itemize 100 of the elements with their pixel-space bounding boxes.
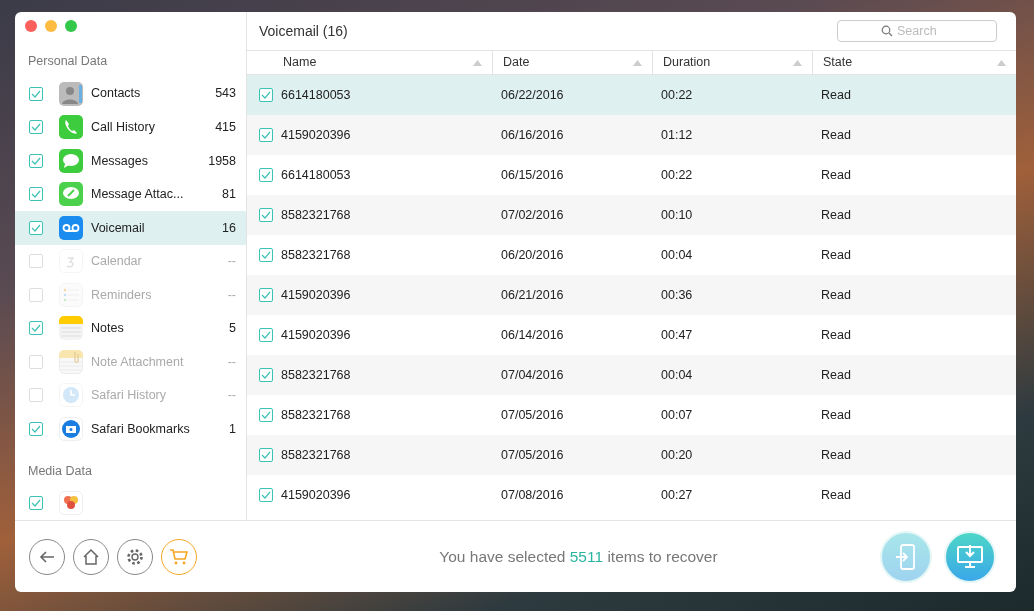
- item-count: 543: [215, 85, 236, 103]
- table-cell-text: 07/05/2016: [500, 406, 565, 424]
- back-button[interactable]: [29, 538, 65, 575]
- table-row[interactable]: 4159020396 07/08/2016 00:27 Read: [247, 475, 1016, 515]
- checkbox[interactable]: [259, 128, 273, 142]
- table-cell-text: 6614180053: [281, 86, 351, 104]
- sidebar-item[interactable]: Voicemail 16: [15, 211, 246, 245]
- paperclip-bubble-icon: [59, 182, 83, 207]
- sort-arrow-icon: [793, 59, 802, 66]
- table-cell-text: 4159020396: [281, 486, 351, 504]
- table-cell-text: Read: [820, 286, 852, 304]
- sidebar-item[interactable]: Messages 1958: [15, 144, 246, 178]
- checkbox[interactable]: [29, 422, 43, 436]
- sidebar-item[interactable]: Message Attac... 81: [15, 177, 246, 212]
- table-row[interactable]: 8582321768 06/20/2016 00:04 Read: [247, 235, 1016, 275]
- table-row[interactable]: 4159020396 06/16/2016 01:12 Read: [247, 115, 1016, 155]
- table-row[interactable]: 8582321768 07/05/2016 00:20 Read: [247, 435, 1016, 475]
- table-cell-text: Read: [820, 246, 852, 264]
- table-cell-text: 00:04: [660, 366, 694, 384]
- table-cell-text: 00:27: [660, 486, 694, 504]
- checkbox[interactable]: [29, 220, 43, 235]
- checkbox[interactable]: [29, 321, 43, 336]
- table-cell-text: 00:22: [660, 86, 694, 104]
- item-count: --: [227, 387, 236, 405]
- sidebar-item[interactable]: Contacts 543: [15, 77, 246, 111]
- checkbox[interactable]: [259, 208, 273, 222]
- zoom-button[interactable]: [65, 20, 77, 32]
- item-count: 415: [215, 119, 236, 136]
- table-row[interactable]: 6614180053 06/15/2016 00:22 Read: [247, 155, 1016, 195]
- recover-to-device-button[interactable]: [880, 530, 932, 583]
- section-title: Personal Data: [27, 53, 109, 71]
- column-header[interactable]: State: [813, 51, 1016, 74]
- table-cell-text: 01:12: [660, 126, 694, 144]
- close-button[interactable]: [25, 20, 37, 32]
- home-icon: [82, 547, 100, 566]
- table-cell-text: 06/14/2016: [500, 326, 565, 344]
- table-row[interactable]: 8582321768 07/05/2016 00:07 Read: [247, 395, 1016, 435]
- item-count: 1: [229, 420, 236, 438]
- table-row[interactable]: 6614180053 06/22/2016 00:22 Read: [247, 75, 1016, 115]
- monitor-download-icon: [956, 543, 984, 570]
- checkbox[interactable]: [259, 448, 273, 462]
- phone-arrow-icon: [895, 542, 917, 571]
- column-header[interactable]: Date: [493, 51, 653, 74]
- sort-arrow-icon: [473, 59, 482, 66]
- checkbox[interactable]: [29, 496, 43, 511]
- list-title: Voicemail (16): [259, 21, 348, 41]
- checkbox[interactable]: [259, 408, 273, 422]
- item-count: 1958: [208, 152, 236, 170]
- sidebar-item[interactable]: Notes 5: [15, 311, 246, 346]
- speech-bubble-icon: [59, 148, 83, 173]
- column-header[interactable]: Name: [247, 51, 493, 74]
- checkbox[interactable]: [259, 368, 273, 382]
- notepad-icon: [59, 316, 83, 341]
- table-cell-text: Read: [820, 126, 852, 144]
- checkbox[interactable]: [259, 248, 273, 262]
- selection-summary: You have selected 5511 items to recover: [438, 546, 719, 567]
- home-button[interactable]: [73, 538, 109, 575]
- table-cell-text: 00:22: [660, 166, 694, 184]
- sidebar-item[interactable]: Safari Bookmarks 1: [15, 412, 246, 446]
- column-header[interactable]: Duration: [653, 51, 813, 74]
- checkbox[interactable]: [29, 153, 43, 168]
- table-cell-text: 00:20: [660, 446, 694, 464]
- section-title: Media Data: [27, 462, 93, 480]
- table-cell-text: 00:10: [660, 206, 694, 224]
- checkbox[interactable]: [259, 168, 273, 182]
- checkbox[interactable]: [29, 187, 43, 202]
- table-cell-text: Read: [820, 406, 852, 424]
- cart-icon: [169, 547, 189, 566]
- table-cell-text: Read: [820, 86, 852, 104]
- phone-icon: [59, 115, 83, 140]
- table-cell-text: 8582321768: [281, 246, 351, 264]
- recover-to-computer-button[interactable]: [944, 530, 996, 583]
- table-cell-text: 4159020396: [281, 286, 351, 304]
- table-cell-text: 06/16/2016: [500, 126, 565, 144]
- table-row[interactable]: 4159020396 06/21/2016 00:36 Read: [247, 275, 1016, 315]
- checkbox[interactable]: [29, 120, 43, 135]
- table-cell-text: Read: [820, 206, 852, 224]
- calendar-icon: [59, 249, 83, 274]
- table-cell-text: 00:07: [660, 406, 694, 424]
- checkbox[interactable]: [259, 328, 273, 342]
- table-row[interactable]: 8582321768 07/02/2016 00:10 Read: [247, 195, 1016, 235]
- checkbox[interactable]: [259, 488, 273, 502]
- table-cell-text: Read: [820, 486, 852, 504]
- sidebar-item[interactable]: Call History 415: [15, 110, 246, 145]
- cart-button[interactable]: [161, 538, 197, 575]
- settings-button[interactable]: [117, 538, 153, 575]
- minimize-button[interactable]: [45, 20, 57, 32]
- table-cell-text: 00:47: [660, 326, 694, 344]
- checkbox[interactable]: [29, 86, 43, 101]
- table-row[interactable]: 8582321768 07/04/2016 00:04 Read: [247, 355, 1016, 395]
- checkbox[interactable]: [259, 88, 273, 102]
- bookmark-folder-icon: [59, 417, 83, 441]
- table-cell-text: Read: [820, 446, 852, 464]
- table-row[interactable]: 4159020396 06/14/2016 00:47 Read: [247, 315, 1016, 355]
- table-cell-text: 8582321768: [281, 406, 351, 424]
- table-cell-text: 07/04/2016: [500, 366, 565, 384]
- checkbox[interactable]: [259, 288, 273, 302]
- clock-compass-icon: [59, 383, 83, 408]
- search-icon: [881, 25, 893, 37]
- search-field[interactable]: Search: [837, 20, 997, 42]
